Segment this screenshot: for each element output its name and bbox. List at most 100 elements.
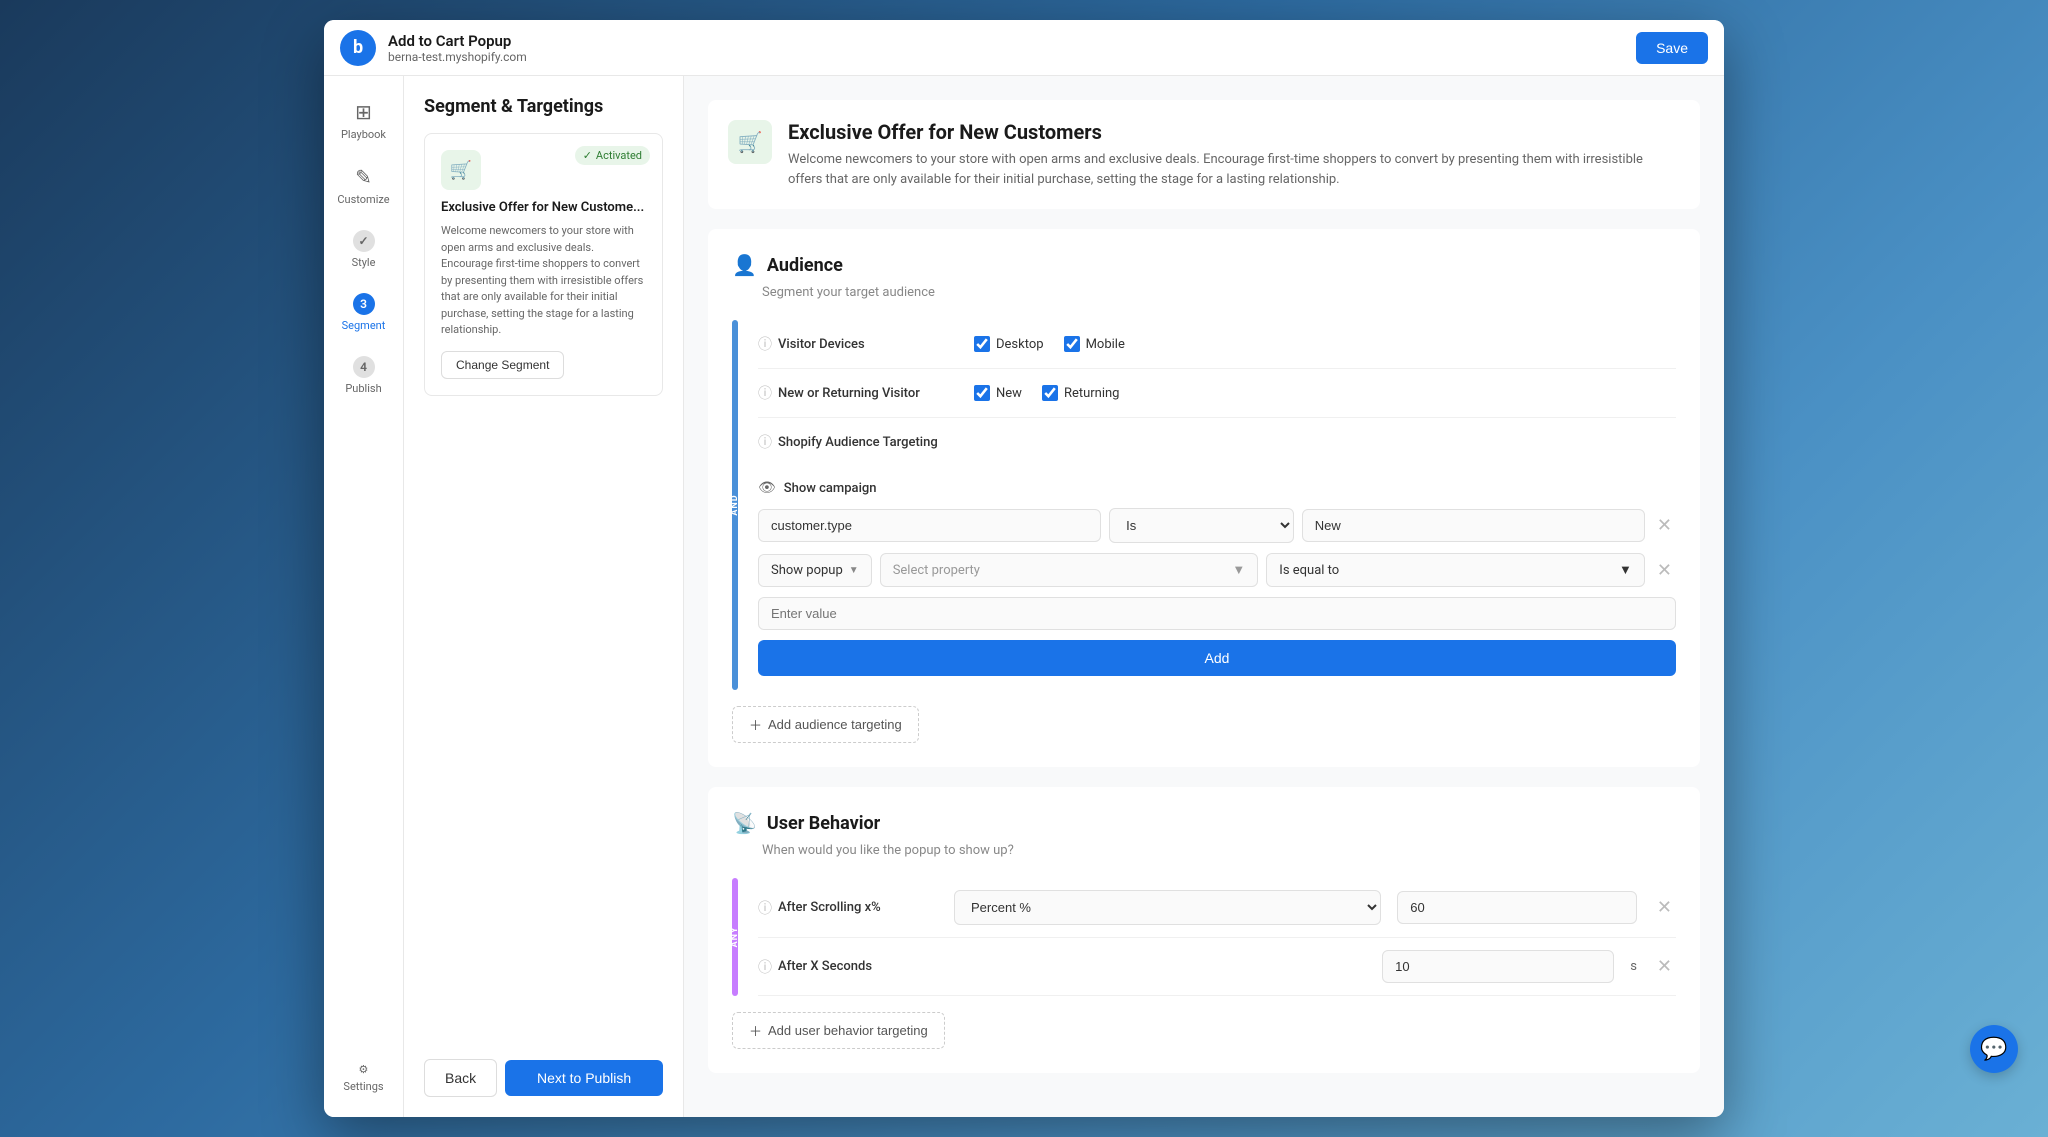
show-popup-label: Show popup [771,563,843,578]
playbook-label: Playbook [341,128,386,141]
behavior-subtitle: When would you like the popup to show up… [732,843,1676,858]
desktop-checkbox-label[interactable]: Desktop [974,336,1044,352]
eye-icon: 👁 [758,480,776,496]
style-badge: ✓ [353,230,375,252]
desktop-label: Desktop [996,337,1044,352]
settings-label: Settings [343,1080,383,1093]
mobile-checkbox-label[interactable]: Mobile [1064,336,1125,352]
sidebar-item-style[interactable]: ✓ Style [324,222,403,277]
chat-button[interactable]: 💬 [1970,1025,2018,1073]
after-scrolling-select-wrap: Percent % [954,890,1381,925]
behavior-rows: ⓘ After Scrolling x% Percent % ✕ [758,878,1676,996]
is-equal-chevron: ▼ [1619,562,1632,578]
is-equal-dropdown[interactable]: Is equal to ▼ [1266,553,1645,587]
shopify-targeting-label-area: ⓘ Shopify Audience Targeting [758,432,958,452]
sidebar-item-segment[interactable]: 3 Segment [324,285,403,340]
visitor-devices-label-area: ⓘ Visitor Devices [758,334,958,354]
new-visitor-label: New [996,386,1022,401]
customize-label: Customize [337,193,389,206]
show-popup-chevron: ▼ [849,565,859,576]
shopify-targeting-content: 👁 Show campaign Is [758,468,1676,676]
add-behavior-targeting-button[interactable]: ＋ Add user behavior targeting [732,1012,945,1049]
new-visitor-checkbox-label[interactable]: New [974,385,1022,401]
after-scrolling-info-icon[interactable]: ⓘ [758,898,772,918]
new-returning-label: New or Returning Visitor [778,386,920,401]
header-title-block: Add to Cart Popup berna-test.myshopify.c… [388,32,1636,64]
settings-nav-item[interactable]: ⚙ Settings [343,1063,383,1093]
page-header-text: Exclusive Offer for New Customers Welcom… [788,120,1680,189]
select-property-dropdown[interactable]: Select property ▼ [880,553,1259,587]
segment-card-title: Exclusive Offer for New Custome... [441,200,646,215]
after-seconds-value-input[interactable] [1382,950,1614,983]
add-audience-targeting-label: Add audience targeting [768,717,902,732]
mobile-checkbox[interactable] [1064,336,1080,352]
next-to-publish-button[interactable]: Next to Publish [505,1060,663,1096]
show-campaign-label: Show campaign [784,481,877,496]
behavior-section-header: 📡 User Behavior [732,811,1676,835]
after-seconds-label: After X Seconds [778,959,872,974]
new-visitor-checkbox[interactable] [974,385,990,401]
remove-scrolling-button[interactable]: ✕ [1653,893,1676,922]
chat-icon: 💬 [1980,1037,2007,1062]
returning-visitor-checkbox[interactable] [1042,385,1058,401]
mobile-label: Mobile [1086,337,1125,352]
sidebar-item-playbook[interactable]: ⊞ Playbook [324,92,403,149]
sidebar-panel: Segment & Targetings ✓ Activated 🛒 Exclu… [404,76,684,1117]
add-behavior-plus-icon: ＋ [749,1021,762,1040]
and-label: AND [730,494,740,515]
change-segment-button[interactable]: Change Segment [441,351,564,379]
audience-section: 👤 Audience Segment your target audience … [708,229,1700,767]
after-scrolling-select[interactable]: Percent % [954,890,1381,925]
new-returning-info-icon[interactable]: ⓘ [758,383,772,403]
after-scrolling-label-area: ⓘ After Scrolling x% [758,898,938,918]
page-header-icon: 🛒 [728,120,772,164]
condition-field-input[interactable] [758,509,1101,542]
targeting-rows: ⓘ Visitor Devices Desktop Mob [758,320,1676,690]
sidebar-title: Segment & Targetings [424,96,663,117]
show-popup-dropdown[interactable]: Show popup ▼ [758,554,872,587]
desktop-checkbox[interactable] [974,336,990,352]
remove-condition-1-button[interactable]: ✕ [1653,511,1676,540]
new-returning-label-area: ⓘ New or Returning Visitor [758,383,958,403]
add-condition-button[interactable]: Add [758,640,1676,676]
shopify-targeting-label: Shopify Audience Targeting [778,435,938,450]
segment-card-icon: 🛒 [441,150,481,190]
check-icon: ✓ [583,149,592,162]
new-returning-checkboxes: New Returning [974,385,1676,401]
remove-seconds-button[interactable]: ✕ [1653,952,1676,981]
customize-icon: ✎ [355,165,372,189]
settings-icon: ⚙ [359,1063,369,1076]
page-header: 🛒 Exclusive Offer for New Customers Welc… [708,100,1700,209]
after-seconds-info-icon[interactable]: ⓘ [758,957,772,977]
sidebar-item-publish[interactable]: 4 Publish [324,348,403,403]
after-seconds-row: ⓘ After X Seconds s ✕ [758,938,1676,996]
left-nav: ⊞ Playbook ✎ Customize ✓ Style 3 Segment… [324,76,404,1117]
playbook-icon: ⊞ [355,100,372,124]
any-bar: ANY [732,878,738,996]
condition-row-2: Show popup ▼ Select property ▼ Is equal … [758,553,1676,587]
visitor-devices-checkboxes: Desktop Mobile [974,336,1676,352]
returning-visitor-checkbox-label[interactable]: Returning [1042,385,1120,401]
remove-condition-2-button[interactable]: ✕ [1653,556,1676,585]
behavior-targeting-area: ANY ⓘ After Scrolling x% Percent % [732,878,1676,996]
segment-card-description: Welcome newcomers to your store with ope… [441,223,646,339]
behavior-icon: 📡 [732,811,757,835]
back-button[interactable]: Back [424,1059,497,1097]
segment-card: ✓ Activated 🛒 Exclusive Offer for New Cu… [424,133,663,396]
after-seconds-label-area: ⓘ After X Seconds [758,957,938,977]
after-scrolling-value-input[interactable] [1397,891,1637,924]
any-label: ANY [730,927,740,948]
seconds-suffix: s [1630,959,1637,974]
save-button[interactable]: Save [1636,32,1708,64]
app-subtitle: berna-test.myshopify.com [388,50,1636,64]
visitor-devices-info-icon[interactable]: ⓘ [758,334,772,354]
sidebar-item-customize[interactable]: ✎ Customize [324,157,403,214]
enter-value-input[interactable] [758,597,1676,630]
condition-operator-select[interactable]: Is [1109,508,1294,543]
add-audience-targeting-button[interactable]: ＋ Add audience targeting [732,706,919,743]
segment-label: Segment [342,319,386,332]
audience-icon: 👤 [732,253,757,277]
visitor-devices-label: Visitor Devices [778,337,865,352]
condition-value-input[interactable] [1302,509,1645,542]
shopify-targeting-info-icon[interactable]: ⓘ [758,432,772,452]
